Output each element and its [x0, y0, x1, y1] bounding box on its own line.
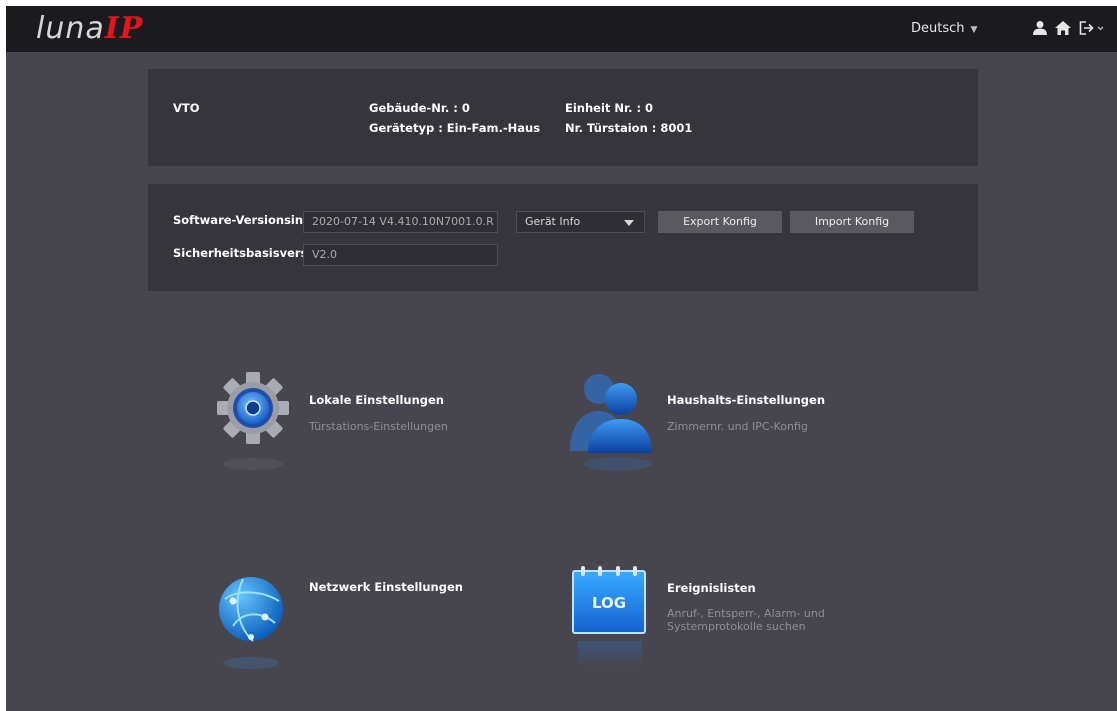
logout-icon[interactable] — [1078, 19, 1106, 37]
version-panel: Software-Versionsinfo 2020-07-14 V4.410.… — [148, 184, 978, 291]
security-version-field: V2.0 — [303, 244, 498, 266]
notebook-rings — [574, 566, 644, 576]
users-icon — [570, 374, 652, 471]
tile-title: Haushalts-Einstellungen — [667, 393, 826, 407]
device-model: Gerätetyp : Ein-Fam.-Haus — [369, 121, 541, 135]
chevron-down-icon: ▼ — [970, 25, 978, 35]
tile-subtitle-2: Systemprotokolle suchen — [667, 620, 806, 633]
brand-logo: lunaIP — [36, 12, 143, 46]
tile-title: Lokale Einstellungen — [309, 393, 444, 407]
home-icon[interactable] — [1054, 19, 1072, 37]
building-number: Gebäude-Nr. : 0 — [369, 101, 470, 115]
export-config-button[interactable]: Export Konfig — [658, 211, 782, 233]
language-selector[interactable]: Deutsch ▼ — [911, 21, 977, 36]
tile-subtitle: Anruf-, Entsperr-, Alarm- und — [667, 607, 825, 620]
brand-part-1: luna — [36, 11, 105, 46]
info-select[interactable]: Gerät Info — [516, 211, 645, 233]
software-version-field: 2020-07-14 V4.410.10N7001.0.R — [303, 211, 498, 233]
top-bar: lunaIP Deutsch ▼ — [6, 6, 1117, 52]
log-icon-reflection — [578, 641, 642, 667]
tile-subtitle: Türstations-Einstellungen — [309, 420, 448, 433]
app-window: lunaIP Deutsch ▼ VTO Gebäude-Nr. : 0 Einh… — [6, 6, 1117, 711]
tile-subtitle: Zimmernr. und IPC-Konfig — [667, 420, 808, 433]
device-type: VTO — [173, 101, 200, 115]
tile-title: Netzwerk Einstellungen — [309, 580, 463, 594]
unit-number: Einheit Nr. : 0 — [565, 101, 654, 115]
import-config-button[interactable]: Import Konfig — [790, 211, 914, 233]
device-info-panel: VTO Gebäude-Nr. : 0 Einheit Nr. : 0 Gerä… — [148, 69, 978, 166]
software-version-label: Software-Versionsinfo — [173, 213, 316, 227]
gear-icon — [217, 372, 289, 470]
tile-title: Ereignislisten — [667, 581, 756, 595]
dropdown-arrow-icon — [624, 220, 634, 226]
user-icon[interactable] — [1031, 19, 1049, 37]
brand-part-2: IP — [104, 11, 144, 46]
door-station-number: Nr. Türstaion : 8001 — [565, 121, 693, 135]
globe-icon — [219, 577, 283, 669]
info-select-value: Gerät Info — [525, 215, 581, 228]
log-icon-text: LOG — [591, 594, 627, 612]
log-icon: LOG — [572, 566, 646, 634]
language-label: Deutsch — [911, 21, 965, 36]
